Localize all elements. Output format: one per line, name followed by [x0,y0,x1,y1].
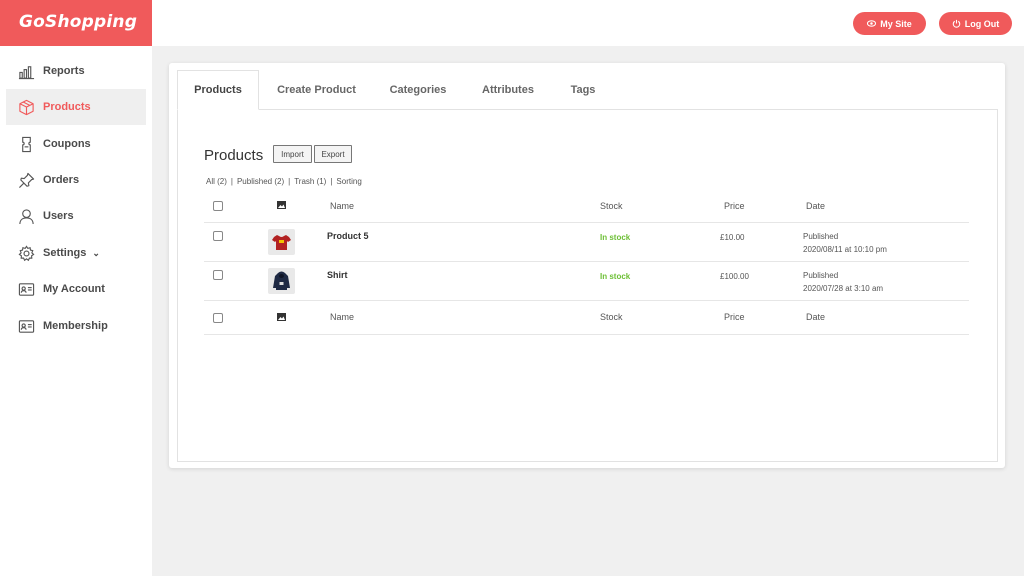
filter-separator: | [230,177,233,186]
sidebar-item-label: Users [43,210,74,222]
sidebar-item-label: Reports [43,65,85,77]
table-row: Shirt In stock £100.00 Published 2020/07… [204,262,969,301]
product-price: £100.00 [720,272,749,281]
table-header-row: Name Stock Price Date [204,191,969,223]
column-header-date[interactable]: Date [806,312,825,322]
status-filters: All (2) | Published (2) | Trash (1) | So… [206,177,362,186]
filter-separator: | [288,177,291,186]
gear-icon [18,244,35,261]
export-button[interactable]: Export [314,145,352,163]
sidebar-item-coupons[interactable]: Coupons [6,126,146,162]
tab-bar: Products Create Product Categories Attri… [177,70,612,110]
tab-products[interactable]: Products [177,70,259,110]
product-date: Published 2020/07/28 at 3:10 am [803,269,883,295]
eye-icon [867,20,877,27]
bar-chart-icon [18,65,35,79]
image-icon [277,313,286,321]
tshirt-icon [272,235,291,250]
image-icon [277,201,286,209]
tab-create-product[interactable]: Create Product [259,70,374,110]
log-out-label: Log Out [964,18,1000,29]
my-site-label: My Site [880,18,912,29]
products-card: Products Create Product Categories Attri… [169,63,1005,468]
box-icon [19,99,34,115]
sidebar-item-label: Membership [43,320,108,332]
sidebar-item-label: Products [43,101,91,113]
stock-status: In stock [600,272,631,281]
sidebar-item-label: Coupons [43,138,91,150]
filter-trash[interactable]: Trash (1) [294,177,326,186]
sidebar-item-users[interactable]: Users [6,198,146,234]
product-price: £10.00 [720,233,745,242]
top-bar: GoShopping My Site Log Out [0,0,1024,46]
coupon-icon [22,136,31,152]
sidebar-item-label: My Account [43,283,105,295]
filter-separator: | [330,177,333,186]
sidebar-item-my-account[interactable]: My Account [6,271,146,307]
column-header-date[interactable]: Date [806,201,825,211]
id-card-icon [18,282,35,296]
select-all-checkbox[interactable] [213,313,223,323]
column-header-stock: Stock [600,201,623,211]
tab-categories[interactable]: Categories [374,70,462,110]
power-icon [952,19,961,28]
publish-date: 2020/07/28 at 3:10 am [803,284,884,293]
hoodie-icon [273,271,290,290]
my-site-button[interactable]: My Site [853,12,926,35]
sidebar-item-membership[interactable]: Membership [6,308,146,344]
sidebar-item-orders[interactable]: Orders [6,162,146,198]
column-header-name[interactable]: Name [330,312,354,322]
column-header-stock: Stock [600,312,623,322]
column-header-price[interactable]: Price [724,201,745,211]
tab-tags[interactable]: Tags [554,70,612,110]
sidebar-item-settings[interactable]: Settings ⌄ [6,235,146,271]
product-name-link[interactable]: Product 5 [327,231,369,241]
chevron-down-icon: ⌄ [92,247,100,258]
user-icon [19,208,34,224]
publish-status: Published [803,232,839,241]
publish-date: 2020/08/11 at 10:10 pm [803,245,887,254]
table-row: Product 5 In stock £10.00 Published 2020… [204,223,969,262]
log-out-button[interactable]: Log Out [939,12,1012,35]
filter-sorting[interactable]: Sorting [336,177,361,186]
select-all-checkbox[interactable] [213,201,223,211]
id-card-icon [18,319,35,333]
tab-attributes[interactable]: Attributes [462,70,554,110]
publish-status: Published [803,271,839,280]
row-checkbox[interactable] [213,270,223,280]
sidebar-item-label: Settings [43,247,87,259]
stock-status: In stock [600,233,631,242]
product-date: Published 2020/08/11 at 10:10 pm [803,230,887,256]
pin-icon [19,172,35,188]
import-button[interactable]: Import [273,145,312,163]
product-thumbnail[interactable] [268,268,295,294]
sidebar-item-label: Orders [43,174,80,186]
row-checkbox[interactable] [213,231,223,241]
sidebar: Reports Products Coupons Orders Users Se… [0,46,152,576]
product-thumbnail[interactable] [268,229,295,255]
page-title: Products [204,147,264,164]
sidebar-item-products[interactable]: Products [6,89,146,125]
column-header-name[interactable]: Name [330,201,354,211]
table-footer-row: Name Stock Price Date [204,301,969,335]
filter-published[interactable]: Published (2) [237,177,284,186]
sidebar-item-reports[interactable]: Reports [6,53,146,89]
product-name-link[interactable]: Shirt [327,270,348,280]
column-header-price[interactable]: Price [724,312,745,322]
brand-logo[interactable]: GoShopping [0,0,152,46]
filter-all[interactable]: All (2) [206,177,227,186]
